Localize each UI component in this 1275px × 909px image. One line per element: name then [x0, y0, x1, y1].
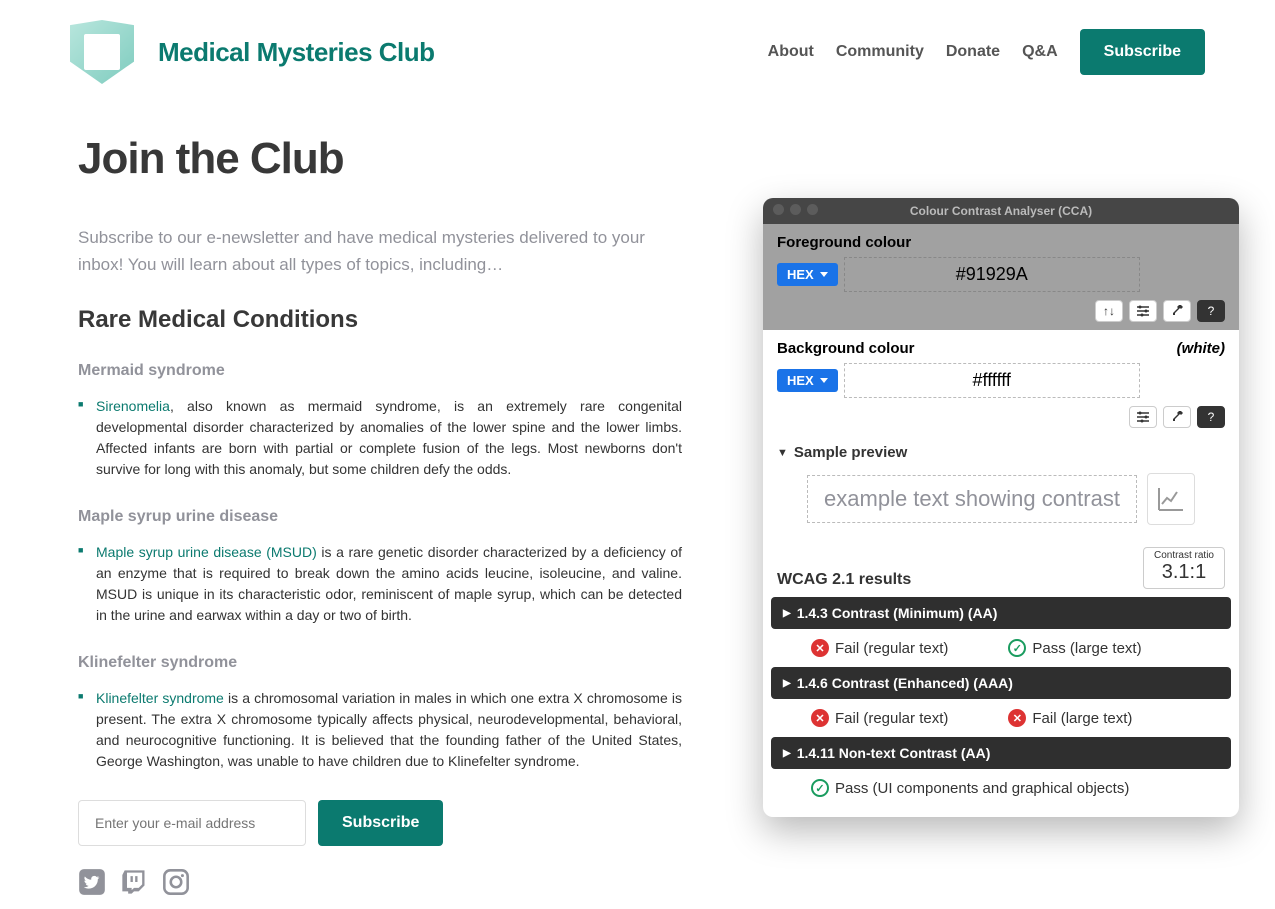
crit2-large: Fail (large text) [1032, 710, 1132, 727]
crit1-regular: Fail (regular text) [835, 640, 948, 657]
main-content: Join the Club Subscribe to our e-newslet… [0, 104, 760, 896]
brand-title: Medical Mysteries Club [158, 37, 435, 68]
contrast-ratio-box: Contrast ratio 3.1:1 [1143, 547, 1225, 589]
condition-mermaid-title: Mermaid syndrome [78, 362, 682, 380]
condition-klinefelter-title: Klinefelter syndrome [78, 654, 682, 672]
condition-maple-title: Maple syrup urine disease [78, 508, 682, 526]
eyedropper-button[interactable] [1163, 300, 1191, 322]
condition-klinefelter-list: Klinefelter syndrome is a chromosomal va… [78, 688, 682, 772]
ratio-value: 3.1:1 [1154, 561, 1214, 584]
wcag-results: WCAG 2.1 results Contrast ratio 3.1:1 1.… [763, 539, 1239, 817]
email-field[interactable] [78, 800, 306, 846]
social-links [78, 868, 682, 896]
fg-color-input[interactable] [844, 257, 1140, 292]
pass-icon: ✓ [1008, 639, 1026, 657]
window-controls[interactable] [773, 204, 818, 215]
crit1-large: Pass (large text) [1032, 640, 1141, 657]
fail-icon: ✕ [811, 639, 829, 657]
foreground-section: Foreground colour HEX ↑↓ ? [763, 224, 1239, 330]
cca-window: Colour Contrast Analyser (CCA) Foregroun… [763, 198, 1239, 817]
background-label: Background colour [777, 340, 915, 357]
bg-format-select[interactable]: HEX [777, 369, 838, 392]
crit2-regular: Fail (regular text) [835, 710, 948, 727]
swap-button[interactable]: ↑↓ [1095, 300, 1123, 322]
page-title: Join the Club [78, 134, 682, 184]
header: Medical Mysteries Club About Community D… [0, 0, 1275, 104]
sample-preview-section: Sample preview example text showing cont… [763, 436, 1239, 539]
pass-icon: ✓ [811, 779, 829, 797]
sliders-button-bg[interactable] [1129, 406, 1157, 428]
logo-icon [70, 20, 134, 84]
foreground-label: Foreground colour [777, 234, 911, 251]
nav-qa[interactable]: Q&A [1022, 43, 1058, 61]
criterion-1-4-3[interactable]: 1.4.3 Contrast (Minimum) (AA) [771, 597, 1231, 629]
condition-mermaid-text: , also known as mermaid syndrome, is an … [96, 398, 682, 477]
twitter-icon[interactable] [78, 868, 106, 896]
list-item: Sirenomelia, also known as mermaid syndr… [78, 396, 682, 480]
condition-maple-list: Maple syrup urine disease (MSUD) is a ra… [78, 542, 682, 626]
ratio-label: Contrast ratio [1154, 550, 1214, 561]
twitch-icon[interactable] [120, 868, 148, 896]
fail-icon: ✕ [1008, 709, 1026, 727]
cca-title-text: Colour Contrast Analyser (CCA) [910, 204, 1092, 218]
msud-link[interactable]: Maple syrup urine disease (MSUD) [96, 544, 317, 560]
section-heading: Rare Medical Conditions [78, 306, 682, 334]
brand: Medical Mysteries Club [70, 20, 435, 84]
close-icon[interactable] [773, 204, 784, 215]
fg-format-select[interactable]: HEX [777, 263, 838, 286]
chart-icon[interactable] [1147, 473, 1195, 525]
sample-preview-toggle[interactable]: Sample preview [777, 444, 1225, 461]
help-button-bg[interactable]: ? [1197, 406, 1225, 428]
nav: About Community Donate Q&A Subscribe [768, 29, 1205, 75]
minimize-icon[interactable] [790, 204, 801, 215]
crit3-result: Pass (UI components and graphical object… [835, 780, 1129, 797]
nav-community[interactable]: Community [836, 43, 924, 61]
white-note: (white) [1177, 340, 1225, 357]
sample-text-box: example text showing contrast [807, 475, 1137, 523]
subscribe-form: Subscribe [78, 800, 682, 846]
list-item: Maple syrup urine disease (MSUD) is a ra… [78, 542, 682, 626]
results-label: WCAG 2.1 results [777, 571, 911, 589]
criterion-1-4-6-results: ✕ Fail (regular text) ✕ Fail (large text) [771, 703, 1231, 737]
fail-icon: ✕ [811, 709, 829, 727]
sliders-button[interactable] [1129, 300, 1157, 322]
nav-donate[interactable]: Donate [946, 43, 1000, 61]
criterion-1-4-11[interactable]: 1.4.11 Non-text Contrast (AA) [771, 737, 1231, 769]
klinefelter-link[interactable]: Klinefelter syndrome [96, 690, 224, 706]
sirenomelia-link[interactable]: Sirenomelia [96, 398, 170, 414]
eyedropper-button-bg[interactable] [1163, 406, 1191, 428]
criterion-1-4-3-results: ✕ Fail (regular text) ✓ Pass (large text) [771, 633, 1231, 667]
background-section: Background colour (white) HEX ? [763, 330, 1239, 436]
subscribe-submit-button[interactable]: Subscribe [318, 800, 443, 846]
maximize-icon[interactable] [807, 204, 818, 215]
cca-titlebar[interactable]: Colour Contrast Analyser (CCA) [763, 198, 1239, 224]
help-button[interactable]: ? [1197, 300, 1225, 322]
criterion-1-4-11-results: ✓ Pass (UI components and graphical objec… [771, 773, 1231, 807]
nav-about[interactable]: About [768, 43, 814, 61]
list-item: Klinefelter syndrome is a chromosomal va… [78, 688, 682, 772]
intro-text: Subscribe to our e-newsletter and have m… [78, 224, 682, 278]
condition-mermaid-list: Sirenomelia, also known as mermaid syndr… [78, 396, 682, 480]
bg-color-input[interactable] [844, 363, 1140, 398]
criterion-1-4-6[interactable]: 1.4.6 Contrast (Enhanced) (AAA) [771, 667, 1231, 699]
instagram-icon[interactable] [162, 868, 190, 896]
subscribe-button[interactable]: Subscribe [1080, 29, 1205, 75]
